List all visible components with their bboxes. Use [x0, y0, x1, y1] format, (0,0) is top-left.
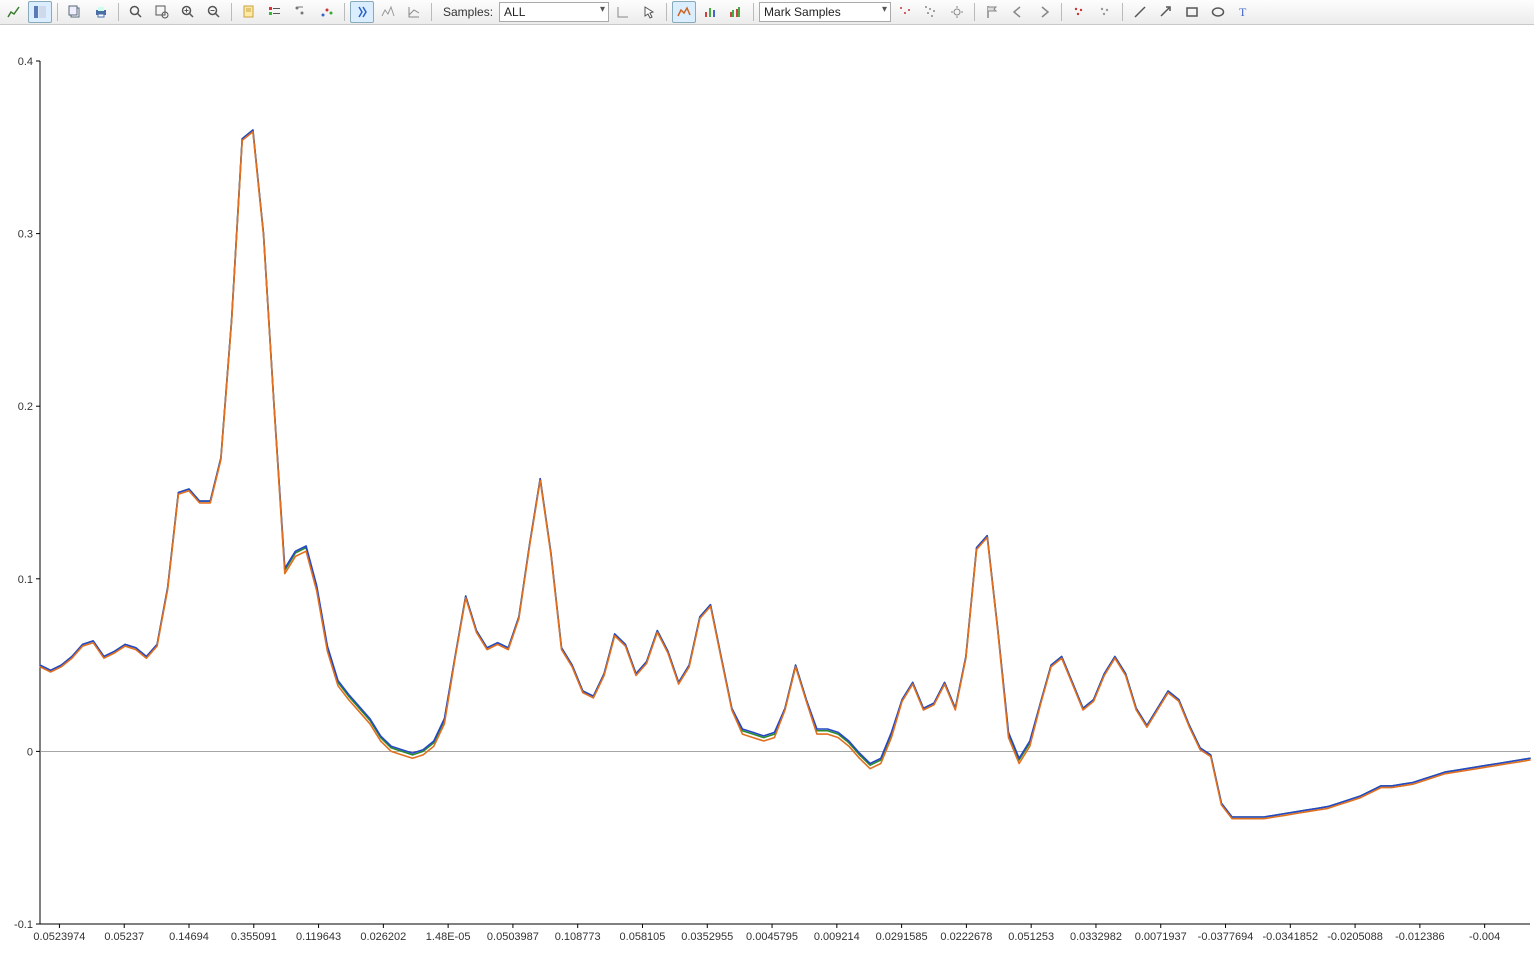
svg-text:0.108773: 0.108773 — [555, 931, 601, 943]
svg-text:0.2: 0.2 — [18, 401, 33, 413]
notes-icon[interactable] — [237, 1, 261, 23]
svg-text:0.355091: 0.355091 — [231, 931, 277, 943]
refresh-icon[interactable] — [350, 1, 374, 23]
bar-plot-icon[interactable] — [698, 1, 722, 23]
scatter-icon[interactable] — [315, 1, 339, 23]
separator — [753, 3, 754, 21]
cluster-red-icon[interactable] — [1067, 1, 1091, 23]
axis-settings-icon[interactable] — [611, 1, 635, 23]
separator — [1122, 3, 1123, 21]
samples-value: ALL — [504, 5, 525, 19]
svg-text:-0.0377694: -0.0377694 — [1198, 931, 1254, 943]
separator — [57, 3, 58, 21]
zoom-box-icon[interactable] — [150, 1, 174, 23]
zoom-out-icon[interactable] — [202, 1, 226, 23]
flag-icon[interactable] — [980, 1, 1004, 23]
svg-text:0.14694: 0.14694 — [169, 931, 209, 943]
svg-text:0.05237: 0.05237 — [104, 931, 144, 943]
separator — [431, 3, 432, 21]
separator — [118, 3, 119, 21]
separator — [344, 3, 345, 21]
svg-text:0.0071937: 0.0071937 — [1135, 931, 1187, 943]
draw-ellipse-icon[interactable] — [1206, 1, 1230, 23]
samples-label: Samples: — [437, 5, 497, 19]
svg-text:0.0523974: 0.0523974 — [33, 931, 85, 943]
svg-text:0.0352955: 0.0352955 — [681, 931, 733, 943]
samples-select[interactable]: ALL — [499, 2, 609, 22]
svg-text:-0.0205088: -0.0205088 — [1327, 931, 1383, 943]
cursor-icon[interactable] — [637, 1, 661, 23]
svg-text:0.3: 0.3 — [18, 229, 33, 241]
draw-arrow-icon[interactable] — [1154, 1, 1178, 23]
chart-svg: -0.1 0 0.1 0.2 0.3 0.4 0.0523974 0.05237 0.14694… — [0, 25, 1534, 960]
svg-text:0.009214: 0.009214 — [814, 931, 860, 943]
mark-points-icon[interactable] — [893, 1, 917, 23]
mark-samples-value: Mark Samples — [764, 5, 841, 19]
draw-text-icon[interactable]: T — [1232, 1, 1256, 23]
chart-area[interactable]: -0.1 0 0.1 0.2 0.3 0.4 0.0523974 0.05237 0.14694… — [0, 25, 1534, 960]
svg-text:1.48E-05: 1.48E-05 — [426, 931, 471, 943]
peaks-icon[interactable] — [376, 1, 400, 23]
separator — [666, 3, 667, 21]
svg-text:-0.012386: -0.012386 — [1395, 931, 1445, 943]
labels-icon[interactable] — [289, 1, 313, 23]
svg-text:0.0291585: 0.0291585 — [876, 931, 928, 943]
svg-text:0.0503987: 0.0503987 — [487, 931, 539, 943]
svg-text:0.051253: 0.051253 — [1008, 931, 1054, 943]
send-left-icon[interactable] — [1006, 1, 1030, 23]
properties-panel-icon[interactable] — [28, 1, 52, 23]
svg-text:0.0222678: 0.0222678 — [940, 931, 992, 943]
copy-icon[interactable] — [63, 1, 87, 23]
cluster-gray-icon[interactable] — [1093, 1, 1117, 23]
series-orange — [40, 132, 1530, 819]
mark-samples-select[interactable]: Mark Samples — [759, 2, 891, 22]
mark-scatter-icon[interactable] — [919, 1, 943, 23]
svg-text:0.058105: 0.058105 — [620, 931, 666, 943]
svg-text:0.119643: 0.119643 — [296, 931, 341, 943]
separator — [974, 3, 975, 21]
svg-text:0.0332982: 0.0332982 — [1070, 931, 1122, 943]
grouped-bar-icon[interactable] — [724, 1, 748, 23]
legend-icon[interactable] — [263, 1, 287, 23]
zoom-fit-icon[interactable] — [124, 1, 148, 23]
svg-text:0.026202: 0.026202 — [360, 931, 406, 943]
svg-text:0: 0 — [27, 746, 33, 758]
send-right-icon[interactable] — [1032, 1, 1056, 23]
separator — [231, 3, 232, 21]
svg-text:-0.1: -0.1 — [14, 919, 33, 931]
axes-icon[interactable] — [402, 1, 426, 23]
svg-text:0.1: 0.1 — [18, 574, 33, 586]
svg-text:-0.0341852: -0.0341852 — [1262, 931, 1318, 943]
draw-line-icon[interactable] — [1128, 1, 1152, 23]
svg-text:0.4: 0.4 — [18, 56, 33, 68]
svg-text:0.0045795: 0.0045795 — [746, 931, 798, 943]
svg-text:-0.004: -0.004 — [1469, 931, 1500, 943]
chart-mode-icon[interactable] — [2, 1, 26, 23]
toolbar: Samples: ALL Mark Samples T — [0, 0, 1534, 25]
draw-rect-icon[interactable] — [1180, 1, 1204, 23]
mark-gear-icon[interactable] — [945, 1, 969, 23]
print-icon[interactable] — [89, 1, 113, 23]
svg-text:T: T — [1239, 5, 1247, 19]
zoom-in-icon[interactable] — [176, 1, 200, 23]
separator — [1061, 3, 1062, 21]
line-plot-icon[interactable] — [672, 1, 696, 23]
